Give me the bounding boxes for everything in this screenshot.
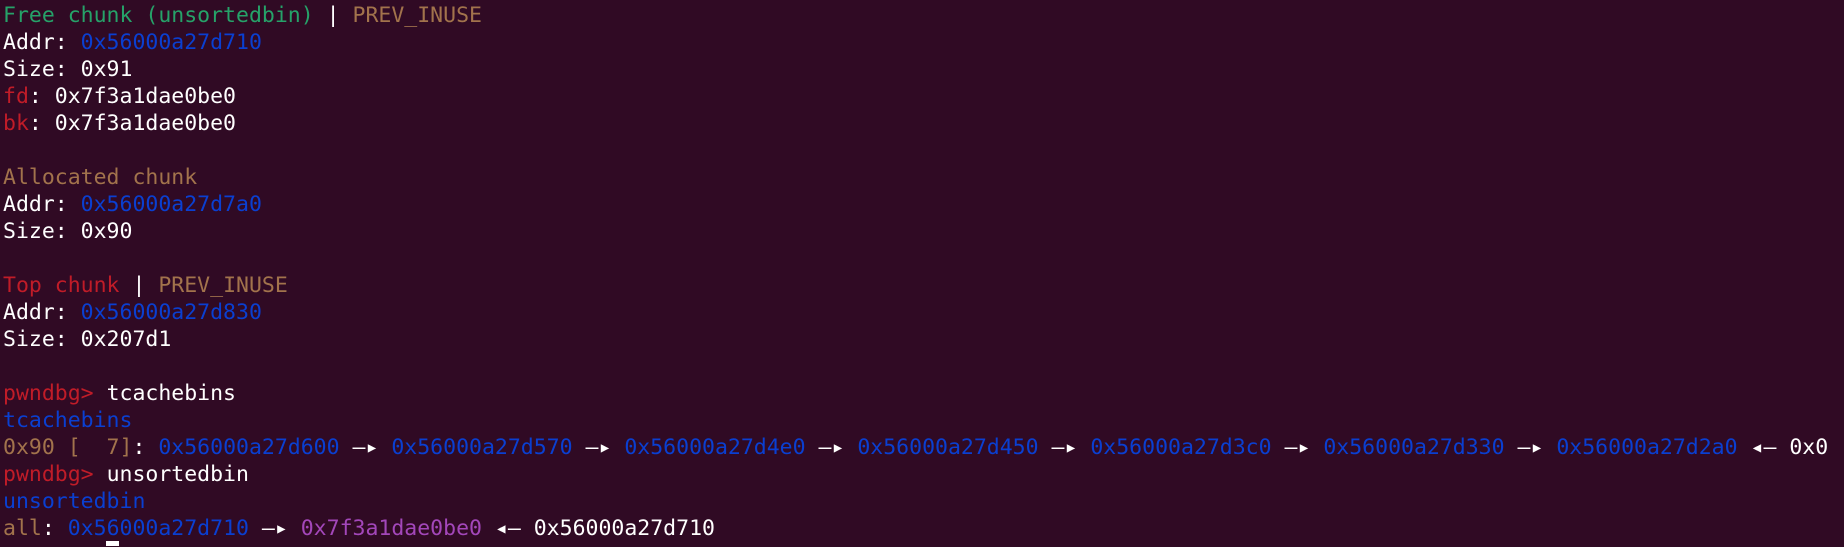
addr-label: Addr:: [3, 192, 81, 217]
forward-arrow: —▸: [572, 435, 625, 460]
chain-entry: 0x56000a27d600: [158, 435, 340, 460]
prompt: pwndbg>: [3, 381, 107, 406]
command-text: tcachebins: [106, 381, 237, 406]
command-line: pwndbg> tcachebins: [3, 380, 1844, 407]
addr-label: Addr:: [3, 30, 81, 55]
addr-value: 0x56000a27d7a0: [80, 192, 262, 217]
forward-arrow: —▸: [805, 435, 858, 460]
chain-entry: 0x56000a27d4e0: [624, 435, 806, 460]
top-chunk-size: Size: 0x207d1: [3, 326, 1844, 353]
tcachebins-header: tcachebins: [3, 407, 1844, 434]
unsortedbin-title: unsortedbin: [3, 489, 146, 514]
forward-arrow: —▸: [248, 516, 301, 541]
size-label: Size:: [3, 219, 81, 244]
free-chunk-size: Size: 0x91: [3, 56, 1844, 83]
allocated-chunk-header: Allocated chunk: [3, 164, 1844, 191]
libc-address: 0x7f3a1dae0be0: [300, 516, 482, 541]
fd-label: fd: [3, 84, 29, 109]
top-chunk-title: Top chunk: [3, 273, 120, 298]
separator: |: [313, 3, 353, 28]
bk-label: bk: [3, 111, 29, 136]
text-cursor: [106, 541, 119, 546]
forward-arrow: —▸: [1504, 435, 1557, 460]
bk-value: 0x7f3a1dae0be0: [54, 111, 236, 136]
free-chunk-addr: Addr: 0x56000a27d710: [3, 29, 1844, 56]
free-chunk-fd: fd: 0x7f3a1dae0be0: [3, 83, 1844, 110]
separator: |: [119, 273, 159, 298]
bin-colon: :: [132, 435, 159, 460]
all-colon: :: [41, 516, 68, 541]
chain-entry: 0x56000a27d710: [67, 516, 249, 541]
chain-entry: 0x56000a27d330: [1323, 435, 1505, 460]
fd-value: 0x7f3a1dae0be0: [54, 84, 236, 109]
prev-inuse-flag: PREV_INUSE: [352, 3, 482, 28]
bin-label: 0x90 [ 7]: [3, 435, 133, 460]
forward-arrow: —▸: [1271, 435, 1324, 460]
unsortedbin-row: all: 0x56000a27d710 —▸ 0x7f3a1dae0be0 ◂—…: [3, 515, 1844, 542]
chain-terminator: 0x0: [1789, 435, 1829, 460]
prompt: pwndbg>: [3, 462, 107, 487]
size-value: 0x91: [80, 57, 133, 82]
terminal-output[interactable]: Free chunk (unsortedbin) | PREV_INUSE Ad…: [3, 2, 1844, 547]
top-chunk-addr: Addr: 0x56000a27d830: [3, 299, 1844, 326]
allocated-chunk-size: Size: 0x90: [3, 218, 1844, 245]
size-label: Size:: [3, 327, 81, 352]
unsortedbin-header: unsortedbin: [3, 488, 1844, 515]
fd-separator: :: [28, 84, 55, 109]
tcache-bin-row: 0x90 [ 7]: 0x56000a27d600 —▸ 0x56000a27d…: [3, 434, 1844, 461]
size-value: 0x207d1: [80, 327, 172, 352]
chain-entry: 0x56000a27d3c0: [1090, 435, 1272, 460]
all-label: all: [3, 516, 42, 541]
back-arrow: ◂—: [481, 516, 534, 541]
chain-entry: 0x56000a27d450: [857, 435, 1039, 460]
forward-arrow: —▸: [1038, 435, 1091, 460]
prev-inuse-flag: PREV_INUSE: [158, 273, 288, 298]
free-chunk-title: Free chunk (unsortedbin): [3, 3, 314, 28]
bk-separator: :: [28, 111, 55, 136]
top-chunk-header: Top chunk | PREV_INUSE: [3, 272, 1844, 299]
addr-label: Addr:: [3, 300, 81, 325]
back-value: 0x56000a27d710: [533, 516, 715, 541]
allocated-chunk-addr: Addr: 0x56000a27d7a0: [3, 191, 1844, 218]
size-value: 0x90: [80, 219, 133, 244]
size-label: Size:: [3, 57, 81, 82]
command-text: unsortedbin: [106, 462, 249, 487]
tcachebins-title: tcachebins: [3, 408, 133, 433]
back-arrow: ◂—: [1737, 435, 1790, 460]
free-chunk-header: Free chunk (unsortedbin) | PREV_INUSE: [3, 2, 1844, 29]
forward-arrow: —▸: [339, 435, 392, 460]
addr-value: 0x56000a27d710: [80, 30, 262, 55]
chain-entry: 0x56000a27d570: [391, 435, 573, 460]
addr-value: 0x56000a27d830: [80, 300, 262, 325]
command-line: pwndbg> unsortedbin: [3, 461, 1844, 488]
allocated-chunk-title: Allocated chunk: [3, 165, 198, 190]
free-chunk-bk: bk: 0x7f3a1dae0be0: [3, 110, 1844, 137]
chain-entry: 0x56000a27d2a0: [1556, 435, 1738, 460]
